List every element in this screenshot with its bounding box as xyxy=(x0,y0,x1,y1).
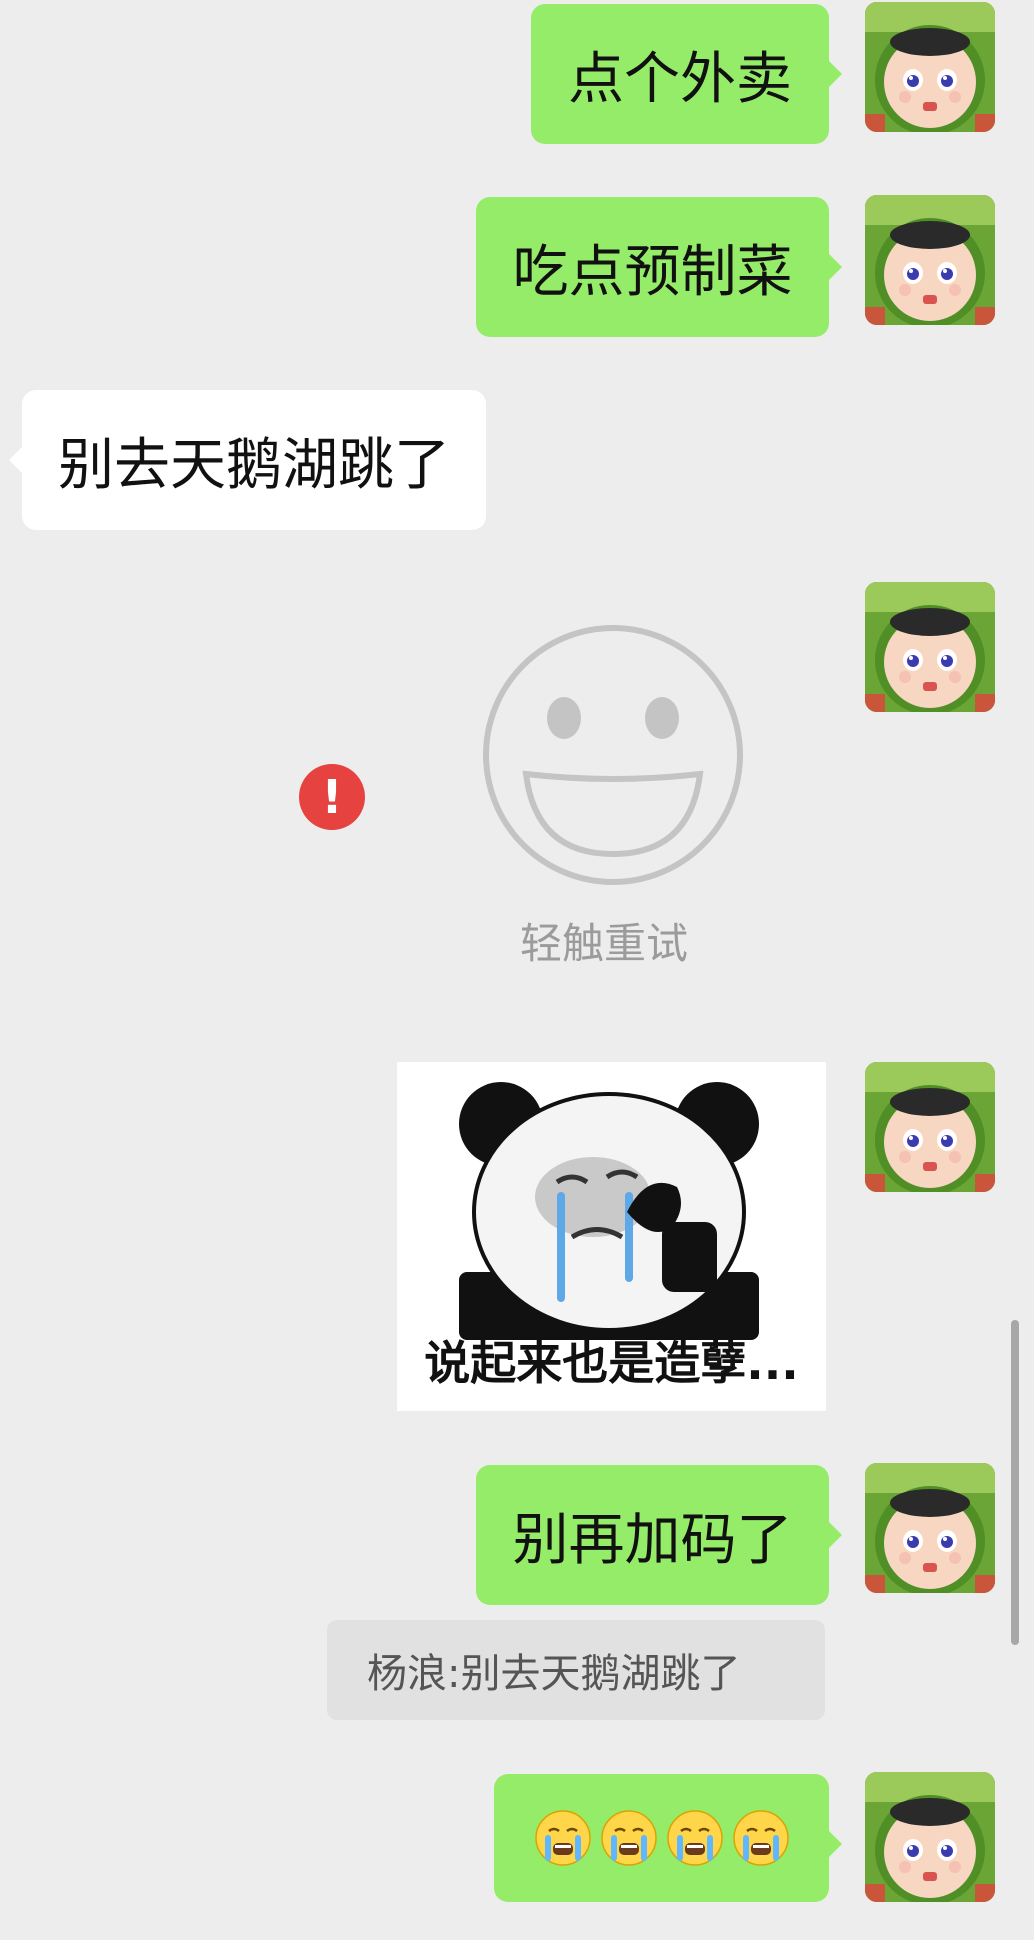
emoji-row xyxy=(534,1809,790,1867)
quoted-message-text: 杨浪:别去天鹅湖跳了 xyxy=(367,1651,741,1697)
message-bubble-6[interactable]: 别再加码了 xyxy=(476,1465,842,1605)
quoted-message[interactable]: 杨浪:别去天鹅湖跳了 xyxy=(327,1620,825,1720)
avatar[interactable] xyxy=(865,195,995,325)
crying-face-icon xyxy=(534,1809,592,1867)
message-bubble-1[interactable]: 点个外卖 xyxy=(531,4,842,144)
message-text: 点个外卖 xyxy=(568,46,792,112)
avatar[interactable] xyxy=(865,2,995,132)
avatar[interactable] xyxy=(865,582,995,712)
send-failed-icon[interactable]: ! xyxy=(299,764,365,830)
crying-face-icon xyxy=(732,1809,790,1867)
message-bubble-emoji[interactable] xyxy=(494,1774,842,1902)
avatar[interactable] xyxy=(865,1062,995,1192)
message-text: 别去天鹅湖跳了 xyxy=(58,432,450,498)
sticker-image[interactable]: 说起来也是造孽... xyxy=(397,1062,826,1411)
avatar[interactable] xyxy=(865,1772,995,1902)
tap-to-retry-label[interactable]: 轻触重试 xyxy=(520,910,688,971)
sticker-placeholder-smiley-icon[interactable] xyxy=(480,622,746,888)
message-bubble-3[interactable]: 别去天鹅湖跳了 xyxy=(9,390,486,530)
message-text: 吃点预制菜 xyxy=(512,239,793,305)
message-bubble-2[interactable]: 吃点预制菜 xyxy=(476,197,842,337)
avatar[interactable] xyxy=(865,1463,995,1593)
crying-face-icon xyxy=(600,1809,658,1867)
sticker-caption: 说起来也是造孽... xyxy=(424,1336,799,1390)
scrollbar[interactable] xyxy=(1011,1320,1019,1645)
message-text: 别再加码了 xyxy=(512,1507,793,1573)
crying-face-icon xyxy=(666,1809,724,1867)
